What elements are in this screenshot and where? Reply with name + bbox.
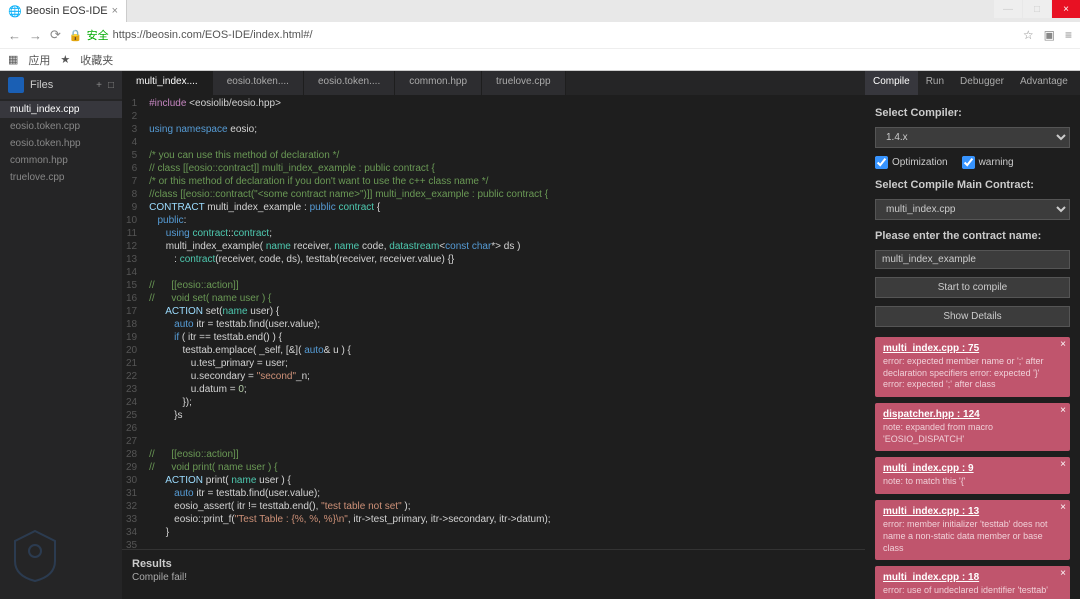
url-text: https://beosin.com/EOS-IDE/index.html#/ — [113, 29, 313, 41]
editor-tab-bar: multi_index....eosio.token....eosio.toke… — [122, 71, 865, 95]
close-icon[interactable]: × — [1060, 339, 1066, 350]
browser-tab-strip: 🌐 Beosin EOS-IDE × — □ × — [0, 0, 1080, 22]
results-message: Compile fail! — [132, 572, 855, 583]
error-card[interactable]: ×dispatcher.hpp : 124 note: expanded from… — [875, 403, 1070, 451]
close-icon[interactable]: × — [1060, 405, 1066, 416]
compiler-label: Select Compiler: — [875, 107, 1070, 119]
bookmarks-bar: ▦ 应用 ★ 收藏夹 — [0, 48, 1080, 70]
error-card[interactable]: ×multi_index.cpp : 18error: use of undec… — [875, 566, 1070, 599]
file-item[interactable]: multi_index.cpp — [0, 101, 122, 118]
globe-icon: 🌐 — [8, 5, 22, 18]
bookmark-item[interactable]: 收藏夹 — [80, 52, 113, 68]
compile-panel: CompileRunDebuggerAdvantageSupport Selec… — [865, 71, 1080, 599]
error-title: multi_index.cpp : 9 — [883, 463, 1062, 474]
contract-name-label: Please enter the contract name: — [875, 230, 1070, 242]
star-icon: ★ — [60, 53, 70, 66]
error-message: error: expected member name or ';' after… — [883, 356, 1062, 391]
add-file-icon[interactable]: + — [96, 80, 102, 91]
error-message: error: member initializer 'testtab' does… — [883, 519, 1062, 554]
reload-icon[interactable]: ⟳ — [50, 27, 61, 43]
files-label: Files — [30, 79, 53, 91]
file-sidebar: Files + □ multi_index.cppeosio.token.cpp… — [0, 71, 122, 599]
error-card[interactable]: ×multi_index.cpp : 9 note: to match this … — [875, 457, 1070, 494]
editor-tab[interactable]: eosio.token.... — [213, 71, 304, 95]
file-item[interactable]: common.hpp — [0, 152, 122, 169]
file-item[interactable]: truelove.cpp — [0, 169, 122, 186]
show-details-button[interactable]: Show Details — [875, 306, 1070, 327]
results-panel: Results Compile fail! — [122, 549, 865, 599]
file-item[interactable]: eosio.token.hpp — [0, 135, 122, 152]
main-contract-label: Select Compile Main Contract: — [875, 179, 1070, 191]
secure-label: 安全 — [87, 27, 109, 43]
new-folder-icon[interactable]: □ — [108, 80, 114, 91]
error-message: note: expanded from macro 'EOSIO_DISPATC… — [883, 422, 1062, 445]
menu-icon[interactable]: ≡ — [1065, 28, 1072, 42]
forward-icon[interactable]: → — [29, 28, 42, 43]
main-contract-select[interactable]: multi_index.cpp — [875, 199, 1070, 220]
file-item[interactable]: eosio.token.cpp — [0, 118, 122, 135]
start-compile-button[interactable]: Start to compile — [875, 277, 1070, 298]
warning-checkbox[interactable]: warning — [962, 156, 1014, 169]
error-title: dispatcher.hpp : 124 — [883, 409, 1062, 420]
bookmark-item[interactable]: 应用 — [28, 52, 50, 68]
editor-tab[interactable]: multi_index.... — [122, 71, 213, 95]
lock-icon: 🔒 — [69, 29, 83, 42]
error-card[interactable]: ×multi_index.cpp : 75 error: expected mem… — [875, 337, 1070, 397]
panel-tab-compile[interactable]: Compile — [865, 71, 918, 95]
maximize-button[interactable]: □ — [1023, 0, 1051, 18]
panel-tab-run[interactable]: Run — [918, 71, 952, 95]
window-close-button[interactable]: × — [1052, 0, 1080, 18]
panel-tab-advantage[interactable]: Advantage — [1012, 71, 1076, 95]
error-title: multi_index.cpp : 75 — [883, 343, 1062, 354]
results-title: Results — [132, 558, 855, 570]
back-icon[interactable]: ← — [8, 28, 21, 43]
error-message: note: to match this '{' — [883, 476, 1062, 488]
compiler-select[interactable]: 1.4.x — [875, 127, 1070, 148]
star-icon[interactable]: ☆ — [1023, 28, 1034, 42]
close-icon[interactable]: × — [112, 5, 118, 17]
editor-tab[interactable]: eosio.token.... — [304, 71, 395, 95]
panel-tab-debugger[interactable]: Debugger — [952, 71, 1012, 95]
minimize-button[interactable]: — — [994, 0, 1022, 18]
tab-title: Beosin EOS-IDE — [26, 5, 108, 17]
close-icon[interactable]: × — [1060, 459, 1066, 470]
editor-tab[interactable]: common.hpp — [395, 71, 482, 95]
window-controls: — □ × — [994, 0, 1080, 22]
apps-icon[interactable]: ▦ — [8, 53, 18, 66]
panel-tab-support[interactable]: Support — [1076, 71, 1080, 95]
error-card[interactable]: ×multi_index.cpp : 13 error: member initi… — [875, 500, 1070, 560]
url-box[interactable]: 🔒 安全 https://beosin.com/EOS-IDE/index.ht… — [69, 27, 313, 43]
error-title: multi_index.cpp : 13 — [883, 506, 1062, 517]
close-icon[interactable]: × — [1060, 568, 1066, 579]
blocker-icon[interactable]: ▣ — [1044, 28, 1055, 42]
close-icon[interactable]: × — [1060, 502, 1066, 513]
code-editor[interactable]: 1234567891011121314151617181920212223242… — [122, 95, 865, 549]
error-message: error: use of undeclared identifier 'tes… — [883, 585, 1062, 597]
address-bar: ← → ⟳ 🔒 安全 https://beosin.com/EOS-IDE/in… — [0, 22, 1080, 48]
optimization-checkbox[interactable]: Optimization — [875, 156, 948, 169]
editor-tab[interactable]: truelove.cpp — [482, 71, 565, 95]
watermark-logo — [0, 516, 122, 599]
contract-name-input[interactable] — [875, 250, 1070, 269]
logo-icon — [8, 77, 24, 93]
browser-tab[interactable]: 🌐 Beosin EOS-IDE × — [0, 0, 127, 22]
